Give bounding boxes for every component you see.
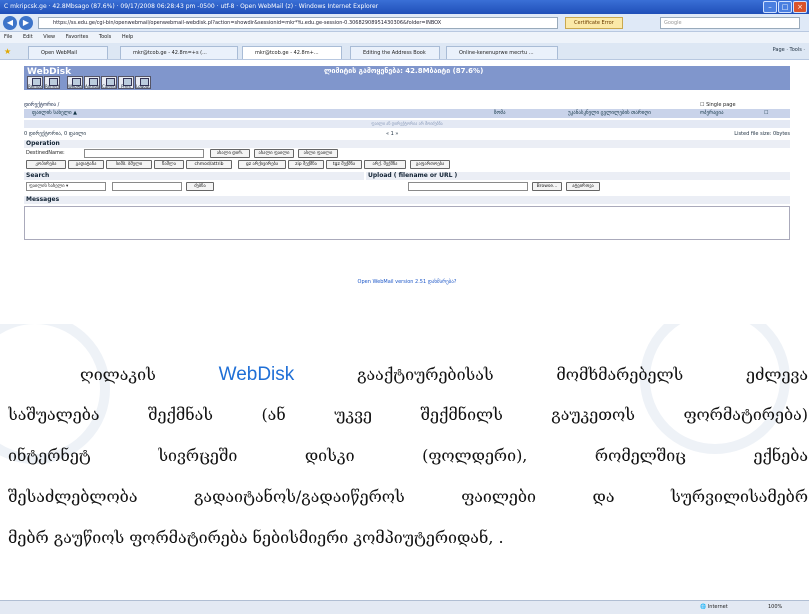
directory-path: დირექტორია /: [24, 102, 790, 108]
status-bar: 🌐 Internet 100%: [0, 600, 809, 614]
watermark-circle-right: [640, 324, 790, 454]
col-size[interactable]: ზომა: [494, 109, 506, 118]
single-page-toggle[interactable]: ☐ Single page: [700, 102, 736, 108]
search-input[interactable]: Google: [660, 17, 800, 29]
tab-online[interactable]: Online-kenenuprwe mecrtu ...: [446, 46, 558, 59]
back-button[interactable]: ◀: [3, 16, 17, 30]
browse-button[interactable]: Browse...: [532, 182, 562, 191]
tgz-button[interactable]: tgz შექმნა: [326, 160, 362, 169]
zoom-level[interactable]: 100%: [768, 601, 782, 614]
col-filename[interactable]: ფაილის სახელი ▲: [32, 109, 77, 118]
watermark-circle-left: [0, 324, 110, 464]
maximize-button[interactable]: □: [778, 1, 792, 13]
menu-favorites[interactable]: Favorites: [66, 34, 89, 40]
webdisk-highlight: WebDisk: [218, 364, 295, 385]
search-keyword-field[interactable]: [112, 182, 182, 191]
window-title-bar: C mkripcsk.ge · 42.8Mbsago (87.6%) · 09/…: [0, 0, 809, 14]
listed-size: Listed file size: 0bytes: [734, 131, 790, 137]
symlink-button[interactable]: სიმბ. ბმული: [106, 160, 152, 169]
tab-mailbox-1[interactable]: mkr@tcob.ge - 42.8m=+s (...: [120, 46, 238, 59]
address-input[interactable]: https://ss.edu.ge/cgi-bin/openwebmail/op…: [38, 17, 558, 29]
destname-field[interactable]: [84, 149, 204, 158]
refresh-icon[interactable]: Refresh: [44, 76, 60, 89]
path-label[interactable]: დირექტორია /: [24, 102, 59, 108]
chmod-button[interactable]: chmod/attrib: [186, 160, 232, 169]
remote-icon[interactable]: Remote: [27, 76, 43, 89]
search-type-value: ფაილის სახელი: [29, 184, 65, 189]
window-title: C mkripcsk.ge · 42.8Mbsago (87.6%) · 09/…: [4, 3, 379, 10]
operation-section: Operation: [24, 140, 790, 148]
upload-button[interactable]: ატვირთვა: [566, 182, 600, 191]
internet-zone-icon: 🌐 Internet: [700, 604, 728, 610]
upload-file-field[interactable]: [408, 182, 528, 191]
search-section: Search: [24, 172, 364, 180]
upload-section: Upload ( filename or URL ): [366, 172, 790, 180]
messages-section: Messages: [24, 196, 790, 204]
col-operation: ოპერაცია: [700, 110, 724, 116]
select-all-checkbox[interactable]: ☐: [764, 109, 768, 118]
menu-help[interactable]: Help: [122, 34, 133, 40]
copy-button[interactable]: კოპირება: [26, 160, 66, 169]
address-bar-row: ◀ ▶ https://ss.edu.ge/cgi-bin/openwebmai…: [0, 14, 809, 32]
tab-mailbox-2[interactable]: mkr@tcob.ge - 42.8m+...: [242, 46, 342, 59]
calendar-icon[interactable]: Calendar: [101, 76, 117, 89]
version-info[interactable]: Open WebMail version 2.51 დახმარება?: [24, 279, 790, 285]
new-file-button[interactable]: ახალი ფაილი: [254, 149, 294, 158]
article-body: ღილაკის WebDisk გააქტიურებისას მომხმარებ…: [0, 324, 809, 600]
gzip-button[interactable]: gz არქივირება: [238, 160, 286, 169]
article-line-4: შესაძლებლობა გადაიტანოს/გადაიწეროს ფაილე…: [8, 487, 808, 506]
tab-bar: ★ Open WebMail mkr@tcob.ge - 42.8m=+s (.…: [0, 43, 809, 60]
article-line-5: მებრ გაუწიოს ფორმატირება ნებისმიერი კომპ…: [8, 528, 504, 547]
search-type-select[interactable]: ფაილის სახელი ▾: [26, 182, 106, 191]
delete-button[interactable]: წაშლა: [154, 160, 184, 169]
menu-bar: File Edit View Favorites Tools Help: [0, 32, 809, 43]
move-button[interactable]: გადატანა: [68, 160, 104, 169]
favorites-star-icon[interactable]: ★: [4, 47, 11, 56]
zone-label: Internet: [707, 604, 728, 610]
forward-button[interactable]: ▶: [19, 16, 33, 30]
addressbook-icon[interactable]: Addrbook: [84, 76, 100, 89]
listing-summary: 0 დირექტორია, 0 ფაილი: [24, 131, 86, 137]
preferences-icon[interactable]: Prefs: [118, 76, 134, 89]
single-page-label: Single page: [706, 102, 736, 108]
certificate-error-badge[interactable]: Certificate Error: [565, 17, 623, 29]
menu-file[interactable]: File: [4, 34, 12, 40]
zip-button[interactable]: zip შექმნა: [288, 160, 324, 169]
webdisk-page: WebDisk ლიმიტის გამოყენება: 42.8Mბაიტი (…: [24, 66, 802, 320]
page-tools-menu[interactable]: Page · Tools ·: [773, 47, 805, 53]
menu-tools[interactable]: Tools: [99, 34, 111, 40]
archive-button[interactable]: არქ. შექმნა: [364, 160, 406, 169]
pager[interactable]: « 1 »: [386, 130, 398, 139]
minimize-button[interactable]: –: [763, 1, 777, 13]
menu-view[interactable]: View: [43, 34, 55, 40]
search-button[interactable]: ძებნა: [186, 182, 214, 191]
tab-open-webmail[interactable]: Open WebMail: [28, 46, 108, 59]
menu-edit[interactable]: Edit: [23, 34, 33, 40]
logout-icon[interactable]: Logout: [135, 76, 151, 89]
close-button[interactable]: ×: [793, 1, 807, 13]
empty-listing: ფაილი ან დირექტორია არ მოიძებნა: [24, 120, 790, 128]
pager-row: 0 დირექტორია, 0 ფაილი « 1 » Listed file …: [24, 130, 790, 139]
copy-file-button[interactable]: ასლი ფაილი: [298, 149, 338, 158]
webdisk-header: WebDisk ლიმიტის გამოყენება: 42.8Mბაიტი (…: [24, 66, 790, 90]
article-line-1-post: გააქტიურებისას მომხმარებელს ეძლევა: [294, 365, 808, 384]
article-line-1-pre: ღილაკის: [80, 365, 219, 384]
file-table-header: ფაილის სახელი ▲ ზომა უკანასკნელი ცვლილებ…: [24, 109, 790, 118]
messages-box: [24, 206, 790, 240]
new-dir-button[interactable]: ახალი დირ.: [210, 149, 250, 158]
destname-label: DestinedName:: [26, 150, 65, 156]
col-modified[interactable]: უკანასკნელი ცვლილების თარიღი: [568, 109, 651, 118]
article-line-1: ღილაკის WebDisk გააქტიურებისას მომხმარებ…: [8, 364, 808, 386]
article-line-3: ინტერნეტ სივრცეში დისკი (ფოლდერი), რომელ…: [8, 446, 808, 465]
article-line-2: საშუალება შექმნას (ან უკვე შექმნილს გაუკ…: [8, 405, 808, 424]
tab-address-book[interactable]: Editing the Address Book: [350, 46, 440, 59]
webmail-icon[interactable]: WebMail: [67, 76, 83, 89]
quota-usage: ლიმიტის გამოყენება: 42.8Mბაიტი (87.6%): [324, 67, 484, 75]
extract-button[interactable]: გაფართოება: [410, 160, 450, 169]
